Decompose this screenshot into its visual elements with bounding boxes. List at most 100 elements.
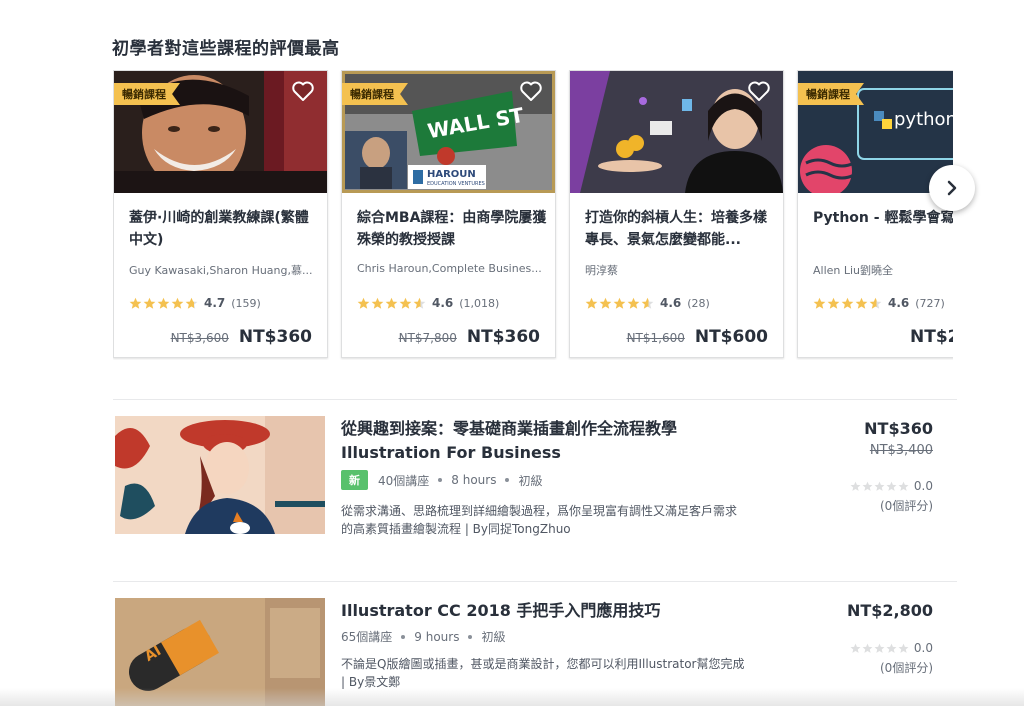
course-card[interactable]: 暢銷課程 蓋伊·川崎的創業教練課(繁體中文) Guy Kawasaki,Shar… (113, 70, 328, 358)
course-list-item[interactable]: 從興趣到接案：零基礎商業插畫創作全流程教學 Illustration For B… (113, 416, 957, 536)
course-price: NT$360 (864, 419, 933, 438)
course-price: NT$2,800 (846, 601, 933, 620)
description-line: 不論是Q版繪圖或插畫，甚或是商業設計，您都可以利用Illustrator幫您完成 (341, 657, 745, 671)
thumb-logo-text: HAROUN (427, 169, 476, 180)
lecture-count: 40個講座 (378, 473, 430, 488)
star-icon (185, 297, 198, 309)
course-title[interactable]: 蓋伊·川崎的創業教練課(繁體中文) (129, 207, 319, 251)
rating-value: 4.6 (432, 296, 454, 310)
dot-separator (401, 634, 406, 639)
star-icon (827, 297, 840, 309)
star-icon (157, 297, 170, 309)
star-icon (413, 297, 426, 309)
course-author: Guy Kawasaki,Sharon Huang,慕... (129, 264, 313, 277)
course-meta: 新 40個講座 8 hours 初級 (341, 470, 542, 490)
price-row: NT$1,600 NT$600 (627, 327, 768, 347)
course-author: Chris Haroun,Complete Busines... (357, 262, 542, 275)
course-title[interactable]: 從興趣到接案：零基礎商業插畫創作全流程教學 (341, 417, 771, 441)
bestseller-badge: 暢銷課程 (798, 83, 864, 105)
carousel-next-button[interactable] (929, 165, 975, 211)
star-icon (599, 297, 612, 309)
dot-separator (505, 478, 510, 482)
thumb-logo-text: python (894, 109, 953, 130)
star-icon (585, 297, 598, 309)
rating-value: 0.0 (913, 479, 933, 493)
review-count: (0個評分) (880, 499, 933, 513)
star-icon (898, 481, 909, 491)
star-icon (613, 297, 626, 309)
heart-icon[interactable] (519, 80, 543, 102)
star-icon (627, 297, 640, 309)
star-icon (385, 297, 398, 309)
star-icon (357, 297, 370, 309)
course-author: 明淳蔡 (585, 264, 618, 277)
review-count: (28) (687, 296, 710, 310)
course-title[interactable]: Illustrator CC 2018 手把手入門應用技巧 (341, 599, 771, 623)
course-card[interactable]: WALL ST HAROUN EDUCATION VENTURES 暢銷課程 綜… (341, 70, 556, 358)
original-price: NT$3,600 (170, 331, 229, 345)
new-tag: 新 (341, 470, 368, 490)
course-duration: 8 hours (451, 473, 497, 487)
star-rating (813, 297, 883, 310)
course-duration: 9 hours (414, 629, 460, 644)
course-level: 初級 (481, 630, 506, 644)
bestseller-badge: 暢銷課程 (342, 83, 408, 105)
thumb-logo-subtext: EDUCATION VENTURES (427, 181, 485, 187)
course-rating: 4.6 (727) (813, 295, 945, 311)
sale-price: NT$600 (694, 327, 768, 347)
dot-separator (468, 634, 473, 639)
course-rating: 4.6 (1,018) (357, 295, 499, 311)
price-row: NT$7,800 NT$360 (399, 327, 540, 347)
star-icon (371, 297, 384, 309)
dot-separator (438, 478, 443, 482)
star-icon (129, 297, 142, 309)
sale-price: NT$360 (238, 327, 312, 347)
sale-price: NT$2 (910, 327, 953, 347)
star-icon (399, 297, 412, 309)
course-carousel: 暢銷課程 蓋伊·川崎的創業教練課(繁體中文) Guy Kawasaki,Shar… (113, 70, 953, 360)
star-rating (585, 297, 655, 310)
heart-icon[interactable] (747, 80, 771, 102)
course-title[interactable]: 打造你的斜槓人生：培養多樣專長、景氣怎麼變都能... (585, 207, 775, 251)
course-description: 不論是Q版繪圖或插畫，甚或是商業設計，您都可以利用Illustrator幫您完成… (341, 655, 781, 691)
star-icon (813, 297, 826, 309)
star-icon (171, 297, 184, 309)
review-count: (1,018) (459, 296, 500, 310)
course-author: Allen Liu劉曉全 (813, 264, 894, 277)
star-icon (886, 481, 897, 491)
description-line: 從需求溝通、思路梳理到詳細繪製過程，爲你呈現富有調性又滿足客戶需求 (341, 504, 738, 518)
course-rating: 4.6 (28) (585, 295, 710, 311)
review-count: (727) (915, 296, 945, 310)
course-description: 從需求溝通、思路梳理到詳細繪製過程，爲你呈現富有調性又滿足客戶需求 的高素質插畫… (341, 502, 781, 538)
lecture-count: 65個講座 (341, 630, 393, 644)
star-icon (874, 481, 885, 491)
course-title-subtitle[interactable]: Illustration For Business (341, 441, 771, 465)
course-rating: 0.0 (850, 641, 933, 655)
star-rating (850, 643, 910, 654)
star-rating (129, 297, 199, 310)
price-row: NT$2 (910, 327, 953, 347)
review-count: (0個評分) (880, 661, 933, 675)
star-icon (841, 297, 854, 309)
divider (113, 581, 957, 582)
star-icon (898, 643, 909, 653)
course-meta: 65個講座 9 hours 初級 (341, 628, 505, 645)
description-line: 的高素質插畫繪製流程 | By同捉TongZhuo (341, 522, 571, 536)
heart-icon[interactable] (291, 80, 315, 102)
course-title[interactable]: 綜合MBA課程：由商學院屢獲殊榮的教授授課 (357, 207, 547, 251)
rating-value: 4.6 (660, 296, 682, 310)
sale-price: NT$360 (466, 327, 540, 347)
course-card[interactable]: 打造你的斜槓人生：培養多樣專長、景氣怎麼變都能... 明淳蔡 4.6 (28) … (569, 70, 784, 358)
course-title[interactable]: Python - 輕鬆學會寫 (813, 207, 953, 229)
rating-value: 4.6 (888, 296, 910, 310)
course-thumbnail[interactable] (115, 416, 325, 534)
star-icon (862, 643, 873, 653)
original-price: NT$1,600 (626, 331, 685, 345)
course-card[interactable]: python 暢銷課程 Python - 輕鬆學會寫 Allen Liu劉曉全 … (797, 70, 953, 358)
star-icon (850, 481, 861, 491)
course-rating: 4.7 (159) (129, 295, 261, 311)
chevron-right-icon (947, 180, 957, 196)
course-level: 初級 (518, 473, 543, 488)
star-rating (850, 481, 910, 492)
star-icon (850, 643, 861, 653)
